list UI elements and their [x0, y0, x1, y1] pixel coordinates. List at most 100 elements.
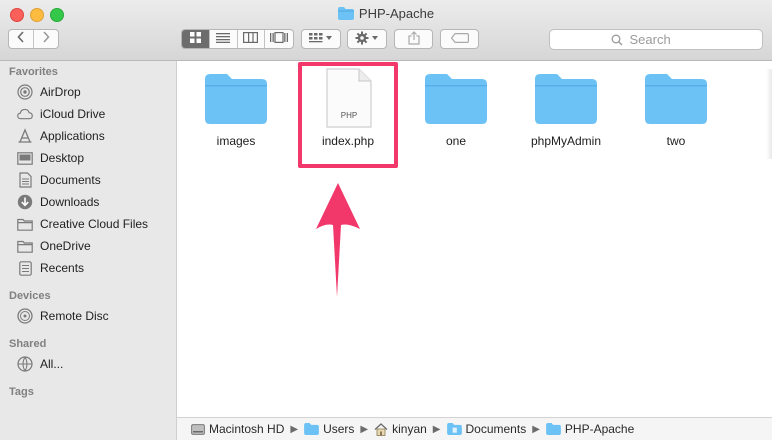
sidebar-item-label: Creative Cloud Files: [40, 217, 149, 231]
sidebar-item-label: iCloud Drive: [40, 107, 106, 121]
chevron-left-icon: [17, 30, 25, 48]
view-mode-control: [181, 29, 294, 49]
folder-icon: [304, 423, 319, 435]
share-icon: [407, 30, 420, 48]
folder-icon: [17, 216, 33, 232]
recents-icon: [17, 260, 33, 276]
annotation-arrow-icon: [316, 183, 360, 297]
path-crumb-kinyan[interactable]: kinyan: [374, 422, 427, 436]
search-icon: [611, 34, 623, 46]
sidebar-item-label: Remote Disc: [40, 309, 109, 323]
forward-button[interactable]: [34, 30, 58, 48]
sidebar-section-favorites: Favorites: [9, 66, 58, 78]
icon-view-button[interactable]: [182, 30, 210, 48]
titlebar: PHP-Apache: [0, 0, 772, 61]
sidebar-item-downloads[interactable]: Downloads: [17, 192, 99, 212]
sidebar-item-all-shared[interactable]: All...: [17, 354, 63, 374]
gallery-view-button[interactable]: [265, 30, 293, 48]
folder-item-images[interactable]: images: [191, 74, 281, 148]
folder-item-phpmyadmin[interactable]: phpMyAdmin: [521, 74, 611, 148]
tags-button[interactable]: [440, 29, 479, 49]
sidebar-item-label: Documents: [40, 173, 101, 187]
path-crumb-macintosh-hd[interactable]: Macintosh HD: [191, 422, 284, 436]
search-input[interactable]: [627, 31, 702, 48]
sidebar-item-remote-disc[interactable]: Remote Disc: [17, 306, 109, 326]
sidebar-section-devices: Devices: [9, 290, 51, 302]
sidebar-item-onedrive[interactable]: OneDrive: [17, 236, 91, 256]
sidebar-item-icloud-drive[interactable]: iCloud Drive: [17, 104, 105, 124]
sidebar-item-documents[interactable]: Documents: [17, 170, 101, 190]
path-crumb-php-apache[interactable]: PHP-Apache: [546, 422, 634, 436]
chevron-right-icon: ▶: [532, 423, 540, 435]
gear-icon: [355, 31, 379, 48]
document-icon: [17, 172, 33, 188]
desktop-icon: [17, 150, 33, 166]
sidebar-item-label: Desktop: [40, 151, 85, 165]
item-label: images: [216, 134, 256, 148]
chevron-right-icon: [42, 30, 50, 48]
sidebar-item-creative-cloud-files[interactable]: Creative Cloud Files: [17, 214, 148, 234]
sidebar: Favorites AirDrop iCloud Drive Applicati…: [0, 61, 177, 440]
folder-icon: [205, 74, 267, 127]
sidebar-item-applications[interactable]: Applications: [17, 126, 105, 146]
hard-drive-icon: [191, 423, 205, 435]
folder-icon: [645, 74, 707, 127]
path-crumb-documents[interactable]: Documents: [446, 422, 527, 436]
tag-icon: [450, 32, 469, 46]
action-button[interactable]: [347, 29, 387, 49]
window-edge-shadow: [766, 69, 772, 159]
folder-icon: [546, 423, 561, 435]
list-view-button[interactable]: [210, 30, 238, 48]
share-button[interactable]: [394, 29, 433, 49]
crumb-label: Macintosh HD: [209, 422, 285, 436]
chevron-right-icon: ▶: [432, 423, 441, 435]
sidebar-item-recents[interactable]: Recents: [17, 258, 84, 278]
network-icon: [17, 356, 33, 372]
path-crumb-users[interactable]: Users: [304, 422, 354, 436]
folder-item-one[interactable]: one: [411, 74, 501, 148]
nav-buttons: [8, 29, 59, 49]
sidebar-section-tags: Tags: [9, 386, 34, 398]
chevron-right-icon: ▶: [360, 423, 369, 435]
home-icon: [374, 422, 388, 436]
search-field[interactable]: [549, 29, 763, 50]
chevron-right-icon: ▶: [290, 423, 299, 435]
crumb-label: PHP-Apache: [564, 422, 635, 436]
sidebar-item-desktop[interactable]: Desktop: [17, 148, 84, 168]
folder-icon: [535, 74, 597, 127]
list-icon: [216, 30, 231, 48]
arrange-icon: [309, 32, 333, 47]
item-label: phpMyAdmin: [530, 134, 602, 148]
sidebar-item-label: Recents: [40, 261, 85, 275]
finder-window: PHP-Apache Search Favorites AirDrop iClo…: [0, 0, 772, 440]
folder-icon: [17, 238, 33, 254]
file-icon-view: images PHP index.php one phpMyAdmin two: [177, 61, 772, 411]
annotation-highlight-box: [298, 62, 398, 168]
arrange-button[interactable]: [301, 29, 341, 49]
airdrop-icon: [17, 84, 33, 100]
folder-item-two[interactable]: two: [631, 74, 721, 148]
crumb-label: kinyan: [392, 422, 427, 436]
item-label: two: [666, 134, 686, 148]
column-view-button[interactable]: [238, 30, 266, 48]
cloud-icon: [17, 106, 33, 122]
window-title-text: PHP-Apache: [358, 6, 435, 21]
sidebar-item-label: Downloads: [40, 195, 100, 209]
sidebar-item-label: Applications: [40, 129, 105, 143]
applications-icon: [17, 128, 33, 144]
download-icon: [17, 194, 33, 210]
disc-icon: [17, 308, 33, 324]
sidebar-item-airdrop[interactable]: AirDrop: [17, 82, 81, 102]
sidebar-item-label: OneDrive: [40, 239, 91, 253]
folder-icon: [425, 74, 487, 127]
sidebar-item-label: AirDrop: [40, 85, 81, 99]
crumb-label: Documents: [465, 422, 527, 436]
back-button[interactable]: [9, 30, 34, 48]
path-bar: Macintosh HD ▶ Users ▶ kinyan ▶ Document…: [177, 417, 772, 440]
columns-icon: [243, 30, 259, 48]
sidebar-section-shared: Shared: [9, 338, 47, 350]
item-label: one: [445, 134, 467, 148]
grid-icon: [189, 30, 201, 48]
window-title: PHP-Apache: [0, 6, 772, 23]
documents-folder-icon: [446, 423, 462, 435]
